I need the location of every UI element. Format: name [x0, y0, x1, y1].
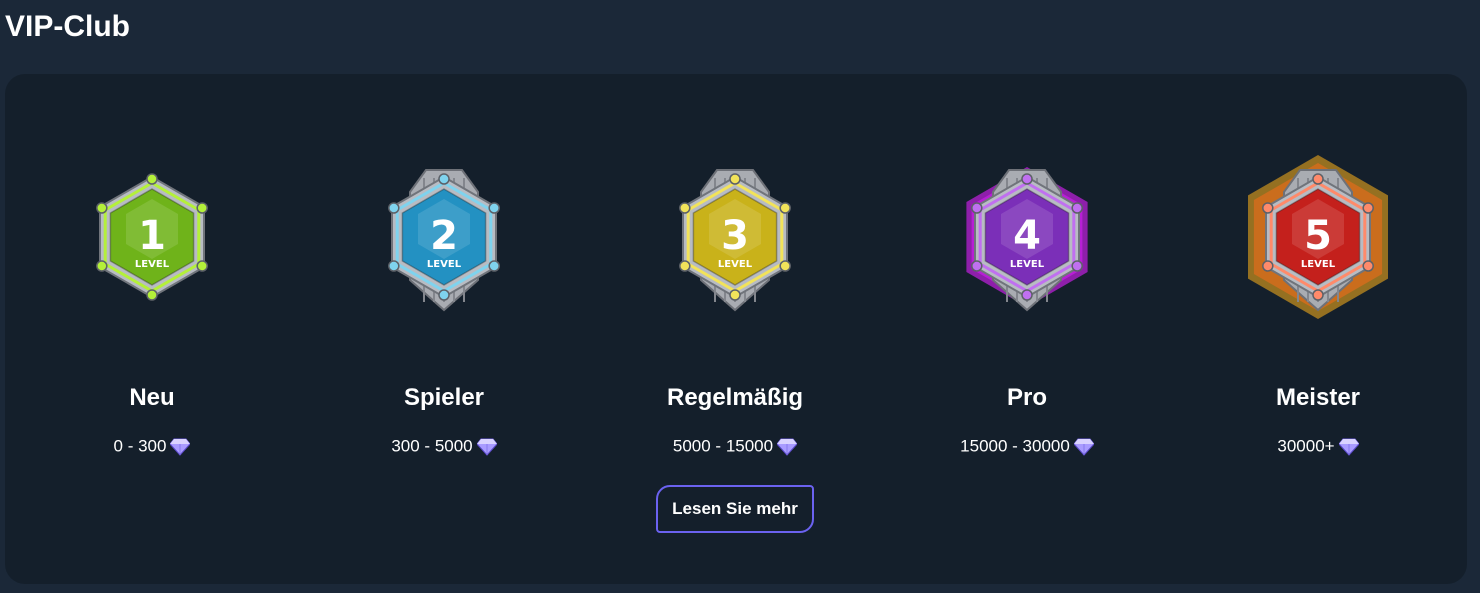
level-name: Pro: [1006, 384, 1047, 411]
level-name: Spieler: [403, 384, 485, 411]
level-name: Regelmäßig: [666, 384, 804, 411]
svg-text:LEVEL: LEVEL: [135, 259, 170, 270]
diamond-icon: [1073, 438, 1095, 456]
vip-level-3: 3 LEVEL Regelmäßig 5000 - 15000: [625, 74, 845, 474]
level-range: 15000 - 30000: [917, 435, 1137, 458]
level-range: 300 - 5000: [334, 435, 554, 458]
level-range-text: 0 - 300: [113, 436, 167, 456]
svg-text:5: 5: [1304, 213, 1332, 259]
svg-text:4: 4: [1013, 213, 1041, 259]
diamond-icon: [169, 438, 192, 456]
svg-text:LEVEL: LEVEL: [1301, 259, 1336, 270]
vip-levels-list: 1 LEVEL Neu 0 - 300 2 LEVEL Spieler 300 - …: [5, 74, 1467, 474]
level-name: Meister: [1275, 384, 1361, 411]
svg-text:1: 1: [138, 213, 166, 259]
level-4-badge-icon: 4 LEVEL: [957, 152, 1097, 332]
svg-text:LEVEL: LEVEL: [718, 259, 753, 270]
svg-text:LEVEL: LEVEL: [427, 259, 462, 270]
level-2-badge-icon: 2 LEVEL: [374, 152, 514, 332]
level-5-badge-icon: 5 LEVEL: [1248, 152, 1388, 332]
diamond-icon: [776, 438, 798, 456]
level-range: 0 - 300: [42, 435, 262, 458]
level-range-text: 15000 - 30000: [960, 436, 1070, 456]
vip-levels-card: 1 LEVEL Neu 0 - 300 2 LEVEL Spieler 300 - …: [5, 74, 1467, 584]
svg-text:2: 2: [430, 213, 458, 259]
level-range: 30000+: [1208, 435, 1428, 458]
level-3-badge-icon: 3 LEVEL: [665, 152, 805, 332]
level-1-badge-icon: 1 LEVEL: [82, 152, 222, 332]
level-range-text: 30000+: [1277, 436, 1335, 456]
page-title: VIP-Club: [5, 10, 130, 43]
vip-level-1: 1 LEVEL Neu 0 - 300: [42, 74, 262, 474]
vip-level-5: 5 LEVEL Meister 30000+: [1208, 74, 1428, 474]
level-range-text: 5000 - 15000: [672, 436, 774, 456]
read-more-button[interactable]: Lesen Sie mehr: [656, 485, 814, 533]
diamond-icon: [475, 438, 498, 456]
vip-level-2: 2 LEVEL Spieler 300 - 5000: [334, 74, 554, 474]
svg-text:3: 3: [721, 213, 749, 259]
level-range-text: 300 - 5000: [391, 436, 473, 456]
svg-text:LEVEL: LEVEL: [1010, 259, 1045, 270]
level-name: Neu: [129, 384, 175, 411]
vip-level-4: 4 LEVEL Pro 15000 - 30000: [917, 74, 1137, 474]
diamond-icon: [1337, 438, 1360, 456]
level-range: 5000 - 15000: [625, 435, 845, 458]
